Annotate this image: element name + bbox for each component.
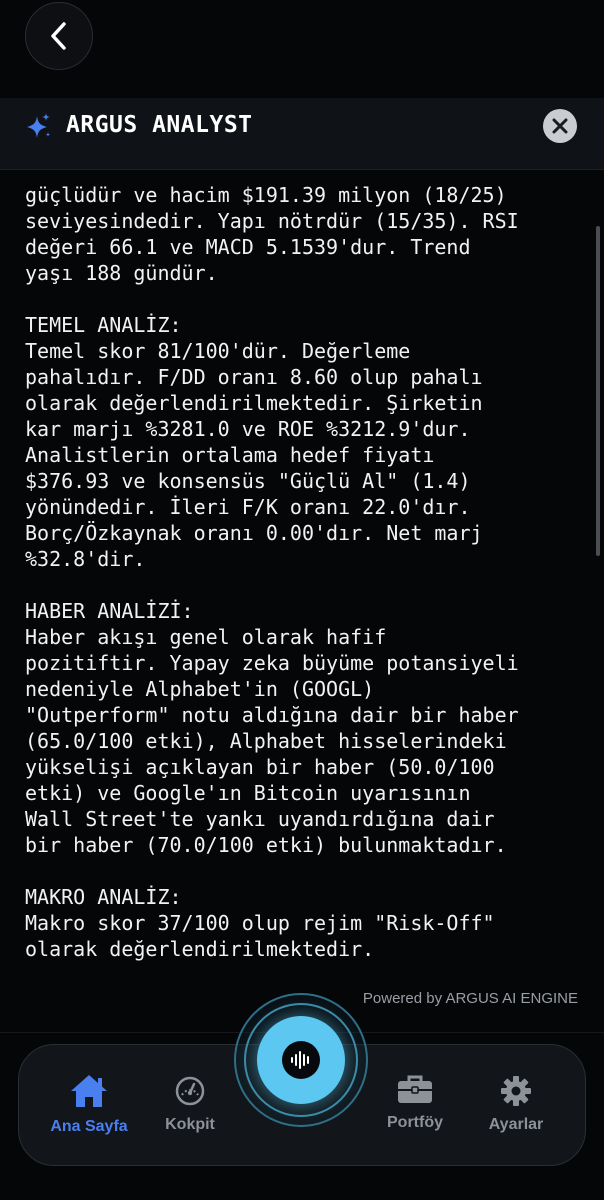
close-icon: [552, 118, 568, 134]
page-title: ARGUS ANALYST: [66, 112, 253, 138]
analyst-header: ARGUS ANALYST: [0, 98, 604, 170]
report-line: olarak değerlendirilmektedir. Şirketin: [25, 391, 483, 415]
report-line: kar marjı %3281.0 ve ROE %3212.9'dur.: [25, 417, 471, 441]
powered-by-label: Powered by ARGUS AI ENGINE: [362, 990, 578, 1007]
report-line: pozitiftir. Yapay zeka büyüme potansiyel…: [25, 651, 519, 675]
tab-kokpit[interactable]: Kokpit: [155, 1075, 225, 1134]
gear-icon: [501, 1076, 531, 1106]
waveform-icon: [291, 1051, 309, 1069]
report-line: [25, 572, 585, 598]
report-line: seviyesindedir. Yapı nötrdür (15/35). RS…: [25, 209, 519, 233]
gauge-icon: [175, 1076, 205, 1106]
report-line: MAKRO ANALİZ:: [25, 885, 182, 909]
report-line: Haber akışı genel olarak hafif: [25, 625, 387, 649]
report-line: olarak değerlendirilmektedir.: [25, 937, 375, 961]
tab-home-label: Ana Sayfa: [50, 1118, 128, 1135]
tab-portfoy-label: Portföy: [387, 1114, 443, 1131]
report-line: Wall Street'te yankı uyandırdığına dair: [25, 807, 495, 831]
report-line: yükselişi açıklayan bir haber (50.0/100: [25, 755, 495, 779]
report-line: nedeniyle Alphabet'in (GOOGL): [25, 677, 375, 701]
report-line: $376.93 ve konsensüs "Güçlü Al" (1.4): [25, 469, 471, 493]
analysis-report[interactable]: güçlüdür ve hacim $191.39 milyon (18/25)…: [0, 170, 604, 1032]
tab-home[interactable]: Ana Sayfa: [43, 1073, 135, 1136]
sparkle-icon: [27, 113, 51, 138]
report-line: (65.0/100 etki), Alphabet hisselerindeki: [25, 729, 507, 753]
report-line: değeri 66.1 ve MACD 5.1539'dur. Trend: [25, 235, 471, 259]
back-button[interactable]: [25, 2, 93, 70]
tab-kokpit-label: Kokpit: [165, 1116, 215, 1133]
report-line: [25, 858, 585, 884]
report-line: Makro skor 37/100 olup rejim "Risk-Off": [25, 911, 495, 935]
report-line: güçlüdür ve hacim $191.39 milyon (18/25): [25, 183, 507, 207]
report-text: güçlüdür ve hacim $191.39 milyon (18/25)…: [25, 170, 585, 962]
tab-ayarlar[interactable]: Ayarlar: [477, 1075, 555, 1134]
voice-button[interactable]: [257, 1016, 345, 1104]
report-line: HABER ANALİZİ:: [25, 599, 194, 623]
report-line: "Outperform" notu aldığına dair bir habe…: [25, 703, 519, 727]
close-button[interactable]: [543, 109, 577, 143]
report-line: yaşı 188 gündür.: [25, 261, 218, 285]
report-line: pahalıdır. F/DD oranı 8.60 olup pahalı: [25, 365, 483, 389]
report-line: etki) ve Google'ın Bitcoin uyarısının: [25, 781, 471, 805]
report-line: bir haber (70.0/100 etki) bulunmaktadır.: [25, 833, 507, 857]
tab-ayarlar-label: Ayarlar: [488, 1116, 544, 1133]
scrollbar[interactable]: [596, 226, 600, 556]
home-icon: [71, 1075, 107, 1107]
report-line: Borç/Özkaynak oranı 0.00'dır. Net marj: [25, 521, 483, 545]
report-line: [25, 286, 585, 312]
tab-portfoy[interactable]: Portföy: [375, 1075, 455, 1132]
report-line: Temel skor 81/100'dür. Değerleme: [25, 339, 411, 363]
report-line: %32.8'dir.: [25, 547, 146, 571]
report-line: yönündedir. İleri F/K oranı 22.0'dır.: [25, 495, 471, 519]
chevron-left-icon: [51, 22, 66, 50]
report-line: TEMEL ANALİZ:: [25, 313, 182, 337]
report-line: Analistlerin ortalama hedef fiyatı: [25, 443, 435, 467]
briefcase-icon: [398, 1075, 432, 1103]
